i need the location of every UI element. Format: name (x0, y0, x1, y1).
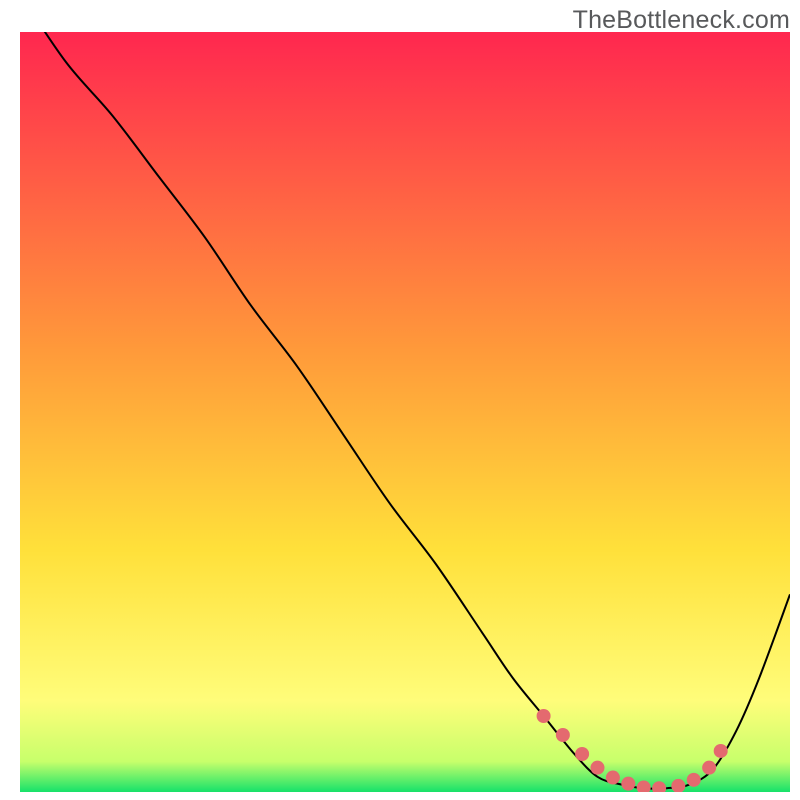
optimal-zone-marker (687, 773, 701, 787)
bottleneck-curve-chart (0, 0, 800, 800)
optimal-zone-marker (606, 771, 620, 785)
optimal-zone-marker (652, 781, 666, 795)
optimal-zone-marker (556, 728, 570, 742)
optimal-zone-marker (621, 777, 635, 791)
optimal-zone-marker (537, 709, 551, 723)
optimal-zone-marker (702, 761, 716, 775)
optimal-zone-marker (591, 761, 605, 775)
optimal-zone-marker (714, 744, 728, 758)
chart-container: TheBottleneck.com (0, 0, 800, 800)
optimal-zone-marker (575, 747, 589, 761)
optimal-zone-marker (637, 780, 651, 794)
optimal-zone-marker (671, 779, 685, 793)
